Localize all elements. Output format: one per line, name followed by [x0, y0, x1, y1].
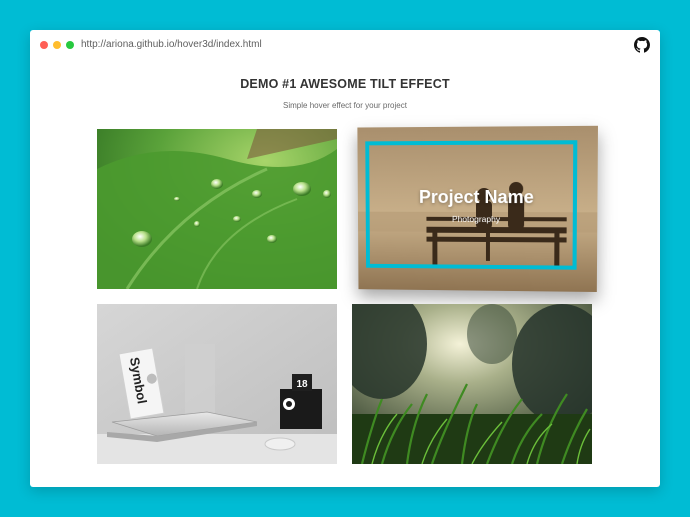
minimize-window-dot[interactable]: [53, 41, 61, 49]
leaf-photo: [97, 129, 337, 289]
github-icon[interactable]: [634, 37, 650, 53]
page-title: DEMO #1 AWESOME TILT EFFECT: [240, 77, 450, 91]
browser-window: http://ariona.github.io/hover3d/index.ht…: [30, 30, 660, 487]
calendar-number: 18: [296, 379, 308, 390]
maximize-window-dot[interactable]: [66, 41, 74, 49]
address-bar-url[interactable]: http://ariona.github.io/hover3d/index.ht…: [81, 39, 262, 50]
grass-photo: [352, 304, 592, 464]
gallery-item-project[interactable]: Project Name Photography: [357, 125, 598, 293]
gallery-item-grass[interactable]: [352, 304, 592, 464]
browser-titlebar: http://ariona.github.io/hover3d/index.ht…: [30, 30, 660, 60]
close-window-dot[interactable]: [40, 41, 48, 49]
page-subtitle: Simple hover effect for your project: [283, 101, 407, 110]
desk-photo: Symbol 18: [97, 304, 337, 464]
gallery-item-desk[interactable]: Symbol 18: [97, 304, 337, 464]
project-name: Project Name: [418, 186, 534, 208]
gallery-item-leaf[interactable]: [97, 129, 337, 289]
project-category: Photography: [452, 213, 501, 225]
